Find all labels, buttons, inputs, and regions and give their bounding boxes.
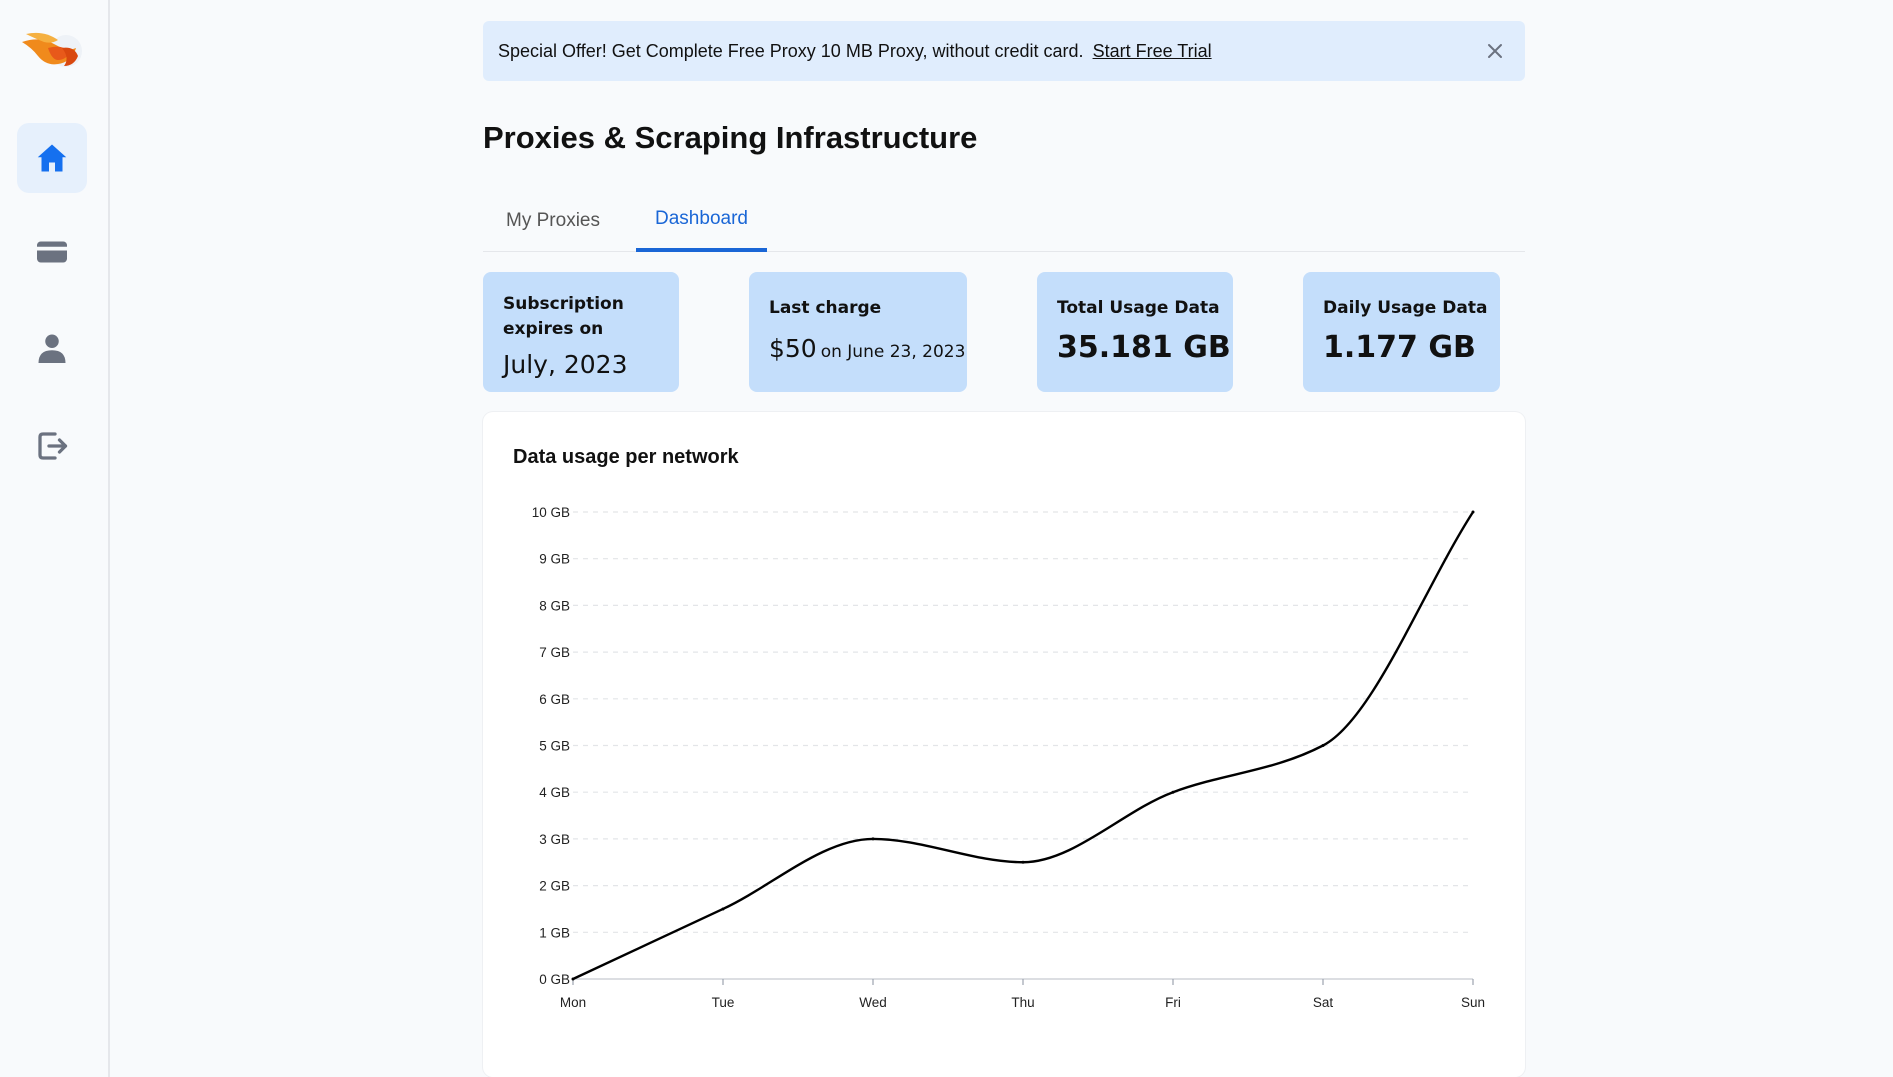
- y-tick-label: 8 GB: [539, 598, 570, 613]
- credit-card-icon: [37, 241, 67, 263]
- data-point: [1021, 860, 1025, 864]
- last-charge-label: Last charge: [769, 298, 882, 318]
- y-tick-label: 5 GB: [539, 739, 570, 754]
- x-tick-label: Wed: [859, 995, 887, 1010]
- subscription-value: July, 2023: [503, 350, 628, 379]
- data-point: [871, 837, 875, 841]
- y-tick-label: 0 GB: [539, 972, 570, 987]
- subscription-card: Subscription expires on July, 2023: [483, 272, 679, 392]
- y-tick-label: 1 GB: [539, 925, 570, 940]
- line-chart: 0 GB 1 GB 2 GB 3 GB 4 GB 5 GB 6 GB 7 GB 8 GB 9 GB…: [532, 505, 1485, 1010]
- x-tick-label: Sat: [1313, 995, 1334, 1010]
- x-tick-label: Sun: [1461, 995, 1485, 1010]
- daily-usage-value: 1.177 GB: [1323, 330, 1476, 365]
- last-charge-date: on June 23, 2023: [820, 342, 966, 362]
- data-point: [1471, 510, 1475, 514]
- y-tick-label: 6 GB: [539, 692, 570, 707]
- start-free-trial-link[interactable]: Start Free Trial: [1093, 41, 1212, 62]
- data-point: [1171, 790, 1175, 794]
- y-tick-label: 7 GB: [539, 645, 570, 660]
- subscription-label: Subscription expires on: [503, 294, 624, 339]
- last-charge-amount: $50: [769, 334, 817, 363]
- close-icon[interactable]: [1483, 39, 1507, 63]
- y-tick-label: 9 GB: [539, 552, 570, 567]
- x-tick-label: Thu: [1011, 995, 1034, 1010]
- page-title: Proxies & Scraping Infrastructure: [483, 120, 978, 155]
- total-usage-card: Total Usage Data 35.181 GB: [1037, 272, 1233, 392]
- sidebar-item-profile[interactable]: [17, 313, 87, 383]
- y-tick-label: 2 GB: [539, 879, 570, 894]
- x-tick-label: Mon: [560, 995, 586, 1010]
- data-usage-chart-card: Data usage per network 0 GB 1 GB 2 GB 3 GB 4…: [483, 412, 1525, 1077]
- tab-dashboard[interactable]: Dashboard: [636, 190, 767, 252]
- data-point: [571, 977, 575, 981]
- logout-icon: [38, 432, 68, 460]
- banner-text: Special Offer! Get Complete Free Proxy 1…: [498, 40, 1084, 61]
- sidebar: [0, 0, 110, 1077]
- y-tick-label: 3 GB: [539, 832, 570, 847]
- sidebar-item-billing[interactable]: [17, 217, 87, 287]
- home-icon: [37, 144, 67, 172]
- last-charge-value: $50 on June 23, 2023: [769, 334, 965, 363]
- data-point: [1321, 744, 1325, 747]
- sidebar-item-home[interactable]: [17, 123, 87, 193]
- daily-usage-card: Daily Usage Data 1.177 GB: [1303, 272, 1500, 392]
- total-usage-value: 35.181 GB: [1057, 330, 1231, 365]
- total-usage-label: Total Usage Data: [1057, 298, 1220, 318]
- promo-banner: Special Offer! Get Complete Free Proxy 1…: [483, 21, 1525, 81]
- last-charge-card: Last charge $50 on June 23, 2023: [749, 272, 967, 392]
- y-tick-label: 4 GB: [539, 785, 570, 800]
- brand-logo[interactable]: [18, 26, 84, 74]
- x-tick-label: Fri: [1165, 995, 1181, 1010]
- y-tick-label: 10 GB: [532, 505, 570, 520]
- x-tick-label: Tue: [712, 995, 735, 1010]
- daily-usage-label: Daily Usage Data: [1323, 298, 1488, 318]
- user-icon: [38, 334, 66, 363]
- tab-my-proxies[interactable]: My Proxies: [493, 190, 613, 252]
- sidebar-item-logout[interactable]: [17, 411, 87, 481]
- tab-bar: My Proxies Dashboard: [483, 190, 1525, 252]
- data-point: [721, 907, 725, 911]
